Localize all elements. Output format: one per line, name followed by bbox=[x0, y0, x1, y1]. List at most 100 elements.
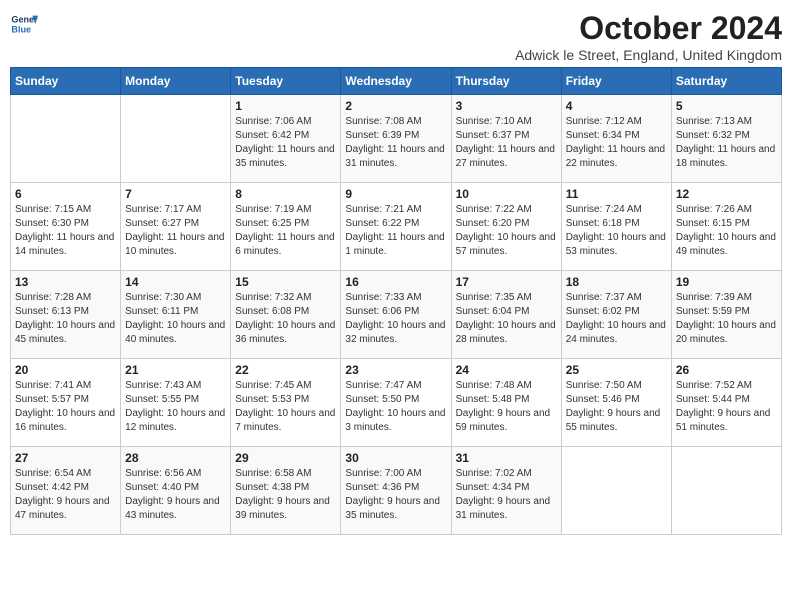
day-cell bbox=[121, 95, 231, 183]
day-cell: 13Sunrise: 7:28 AM Sunset: 6:13 PM Dayli… bbox=[11, 271, 121, 359]
month-title: October 2024 bbox=[515, 10, 782, 47]
day-cell: 26 Sunrise: 7:52 AM Sunset: 5:44 PM Dayli… bbox=[671, 359, 781, 447]
week-row-4: 20 Sunrise: 7:41 AM Sunset: 5:57 PM Dayli… bbox=[11, 359, 782, 447]
day-info: Sunrise: 7:06 AM Sunset: 6:42 PM Dayligh… bbox=[235, 115, 336, 171]
day-cell: 15 Sunrise: 7:32 AM Sunset: 6:08 PM Dayli… bbox=[231, 271, 341, 359]
day-cell: 11 Sunrise: 7:24 AM Sunset: 6:18 PM Dayli… bbox=[561, 183, 671, 271]
day-cell: 1 Sunrise: 7:06 AM Sunset: 6:42 PM Daylig… bbox=[231, 95, 341, 183]
day-number: 17 bbox=[456, 275, 557, 289]
day-number: 11 bbox=[566, 187, 667, 201]
day-cell: 19Sunrise: 7:39 AM Sunset: 5:59 PM Dayli… bbox=[671, 271, 781, 359]
day-number: 7 bbox=[125, 187, 226, 201]
day-info: Sunrise: 7:10 AM Sunset: 6:37 PM Dayligh… bbox=[456, 115, 557, 171]
day-info: Sunrise: 7:33 AM Sunset: 6:06 PM Dayligh… bbox=[345, 291, 446, 347]
day-cell: 27 Sunrise: 6:54 AM Sunset: 4:42 PM Dayli… bbox=[11, 447, 121, 535]
day-cell: 8 Sunrise: 7:19 AM Sunset: 6:25 PM Daylig… bbox=[231, 183, 341, 271]
week-row-3: 13Sunrise: 7:28 AM Sunset: 6:13 PM Dayli… bbox=[11, 271, 782, 359]
day-cell: 23 Sunrise: 7:47 AM Sunset: 5:50 PM Dayli… bbox=[341, 359, 451, 447]
day-number: 18 bbox=[566, 275, 667, 289]
day-number: 15 bbox=[235, 275, 336, 289]
day-info: Sunrise: 7:32 AM Sunset: 6:08 PM Dayligh… bbox=[235, 291, 336, 347]
day-number: 25 bbox=[566, 363, 667, 377]
day-info: Sunrise: 7:08 AM Sunset: 6:39 PM Dayligh… bbox=[345, 115, 446, 171]
day-cell: 12 Sunrise: 7:26 AM Sunset: 6:15 PM Dayli… bbox=[671, 183, 781, 271]
logo: General Blue bbox=[10, 10, 38, 38]
day-info: Sunrise: 6:54 AM Sunset: 4:42 PM Dayligh… bbox=[15, 467, 116, 523]
day-number: 14 bbox=[125, 275, 226, 289]
day-cell: 29 Sunrise: 6:58 AM Sunset: 4:38 PM Dayli… bbox=[231, 447, 341, 535]
day-cell: 31 Sunrise: 7:02 AM Sunset: 4:34 PM Dayli… bbox=[451, 447, 561, 535]
day-info: Sunrise: 7:52 AM Sunset: 5:44 PM Dayligh… bbox=[676, 379, 777, 435]
day-number: 1 bbox=[235, 99, 336, 113]
calendar-table: SundayMondayTuesdayWednesdayThursdayFrid… bbox=[10, 67, 782, 535]
day-number: 10 bbox=[456, 187, 557, 201]
day-number: 2 bbox=[345, 99, 446, 113]
day-cell: 6Sunrise: 7:15 AM Sunset: 6:30 PM Daylig… bbox=[11, 183, 121, 271]
column-header-monday: Monday bbox=[121, 68, 231, 95]
day-info: Sunrise: 7:48 AM Sunset: 5:48 PM Dayligh… bbox=[456, 379, 557, 435]
day-cell: 22 Sunrise: 7:45 AM Sunset: 5:53 PM Dayli… bbox=[231, 359, 341, 447]
day-info: Sunrise: 7:45 AM Sunset: 5:53 PM Dayligh… bbox=[235, 379, 336, 435]
location: Adwick le Street, England, United Kingdo… bbox=[515, 47, 782, 63]
day-number: 13 bbox=[15, 275, 116, 289]
week-row-2: 6Sunrise: 7:15 AM Sunset: 6:30 PM Daylig… bbox=[11, 183, 782, 271]
day-cell: 30Sunrise: 7:00 AM Sunset: 4:36 PM Dayli… bbox=[341, 447, 451, 535]
day-info: Sunrise: 7:24 AM Sunset: 6:18 PM Dayligh… bbox=[566, 203, 667, 259]
day-number: 29 bbox=[235, 451, 336, 465]
day-number: 28 bbox=[125, 451, 226, 465]
day-number: 21 bbox=[125, 363, 226, 377]
day-number: 8 bbox=[235, 187, 336, 201]
day-info: Sunrise: 7:12 AM Sunset: 6:34 PM Dayligh… bbox=[566, 115, 667, 171]
day-info: Sunrise: 7:22 AM Sunset: 6:20 PM Dayligh… bbox=[456, 203, 557, 259]
day-info: Sunrise: 7:17 AM Sunset: 6:27 PM Dayligh… bbox=[125, 203, 226, 259]
header-row: SundayMondayTuesdayWednesdayThursdayFrid… bbox=[11, 68, 782, 95]
day-number: 23 bbox=[345, 363, 446, 377]
day-info: Sunrise: 7:30 AM Sunset: 6:11 PM Dayligh… bbox=[125, 291, 226, 347]
logo-icon: General Blue bbox=[10, 10, 38, 38]
day-number: 12 bbox=[676, 187, 777, 201]
day-info: Sunrise: 7:39 AM Sunset: 5:59 PM Dayligh… bbox=[676, 291, 777, 347]
day-cell: 3Sunrise: 7:10 AM Sunset: 6:37 PM Daylig… bbox=[451, 95, 561, 183]
page-header: General Blue October 2024 Adwick le Stre… bbox=[10, 10, 782, 63]
column-header-wednesday: Wednesday bbox=[341, 68, 451, 95]
week-row-1: 1 Sunrise: 7:06 AM Sunset: 6:42 PM Daylig… bbox=[11, 95, 782, 183]
day-info: Sunrise: 6:58 AM Sunset: 4:38 PM Dayligh… bbox=[235, 467, 336, 523]
day-cell: 18 Sunrise: 7:37 AM Sunset: 6:02 PM Dayli… bbox=[561, 271, 671, 359]
day-info: Sunrise: 7:13 AM Sunset: 6:32 PM Dayligh… bbox=[676, 115, 777, 171]
day-number: 22 bbox=[235, 363, 336, 377]
column-header-thursday: Thursday bbox=[451, 68, 561, 95]
day-number: 30 bbox=[345, 451, 446, 465]
day-number: 16 bbox=[345, 275, 446, 289]
day-cell: 20 Sunrise: 7:41 AM Sunset: 5:57 PM Dayli… bbox=[11, 359, 121, 447]
day-cell: 5Sunrise: 7:13 AM Sunset: 6:32 PM Daylig… bbox=[671, 95, 781, 183]
day-info: Sunrise: 7:02 AM Sunset: 4:34 PM Dayligh… bbox=[456, 467, 557, 523]
day-cell: 2 Sunrise: 7:08 AM Sunset: 6:39 PM Daylig… bbox=[341, 95, 451, 183]
day-cell: 7 Sunrise: 7:17 AM Sunset: 6:27 PM Daylig… bbox=[121, 183, 231, 271]
day-number: 31 bbox=[456, 451, 557, 465]
day-cell: 24Sunrise: 7:48 AM Sunset: 5:48 PM Dayli… bbox=[451, 359, 561, 447]
day-info: Sunrise: 7:43 AM Sunset: 5:55 PM Dayligh… bbox=[125, 379, 226, 435]
day-cell: 28Sunrise: 6:56 AM Sunset: 4:40 PM Dayli… bbox=[121, 447, 231, 535]
day-info: Sunrise: 7:21 AM Sunset: 6:22 PM Dayligh… bbox=[345, 203, 446, 259]
day-info: Sunrise: 7:47 AM Sunset: 5:50 PM Dayligh… bbox=[345, 379, 446, 435]
week-row-5: 27 Sunrise: 6:54 AM Sunset: 4:42 PM Dayli… bbox=[11, 447, 782, 535]
day-cell: 4Sunrise: 7:12 AM Sunset: 6:34 PM Daylig… bbox=[561, 95, 671, 183]
day-cell: 10 Sunrise: 7:22 AM Sunset: 6:20 PM Dayli… bbox=[451, 183, 561, 271]
column-header-friday: Friday bbox=[561, 68, 671, 95]
day-info: Sunrise: 7:26 AM Sunset: 6:15 PM Dayligh… bbox=[676, 203, 777, 259]
column-header-saturday: Saturday bbox=[671, 68, 781, 95]
day-info: Sunrise: 7:37 AM Sunset: 6:02 PM Dayligh… bbox=[566, 291, 667, 347]
day-info: Sunrise: 7:41 AM Sunset: 5:57 PM Dayligh… bbox=[15, 379, 116, 435]
day-number: 27 bbox=[15, 451, 116, 465]
day-cell: 17Sunrise: 7:35 AM Sunset: 6:04 PM Dayli… bbox=[451, 271, 561, 359]
day-number: 9 bbox=[345, 187, 446, 201]
day-info: Sunrise: 7:19 AM Sunset: 6:25 PM Dayligh… bbox=[235, 203, 336, 259]
day-cell bbox=[671, 447, 781, 535]
day-number: 26 bbox=[676, 363, 777, 377]
svg-text:Blue: Blue bbox=[11, 24, 31, 34]
column-header-tuesday: Tuesday bbox=[231, 68, 341, 95]
day-info: Sunrise: 7:15 AM Sunset: 6:30 PM Dayligh… bbox=[15, 203, 116, 259]
day-cell bbox=[561, 447, 671, 535]
day-cell: 14 Sunrise: 7:30 AM Sunset: 6:11 PM Dayli… bbox=[121, 271, 231, 359]
day-number: 20 bbox=[15, 363, 116, 377]
